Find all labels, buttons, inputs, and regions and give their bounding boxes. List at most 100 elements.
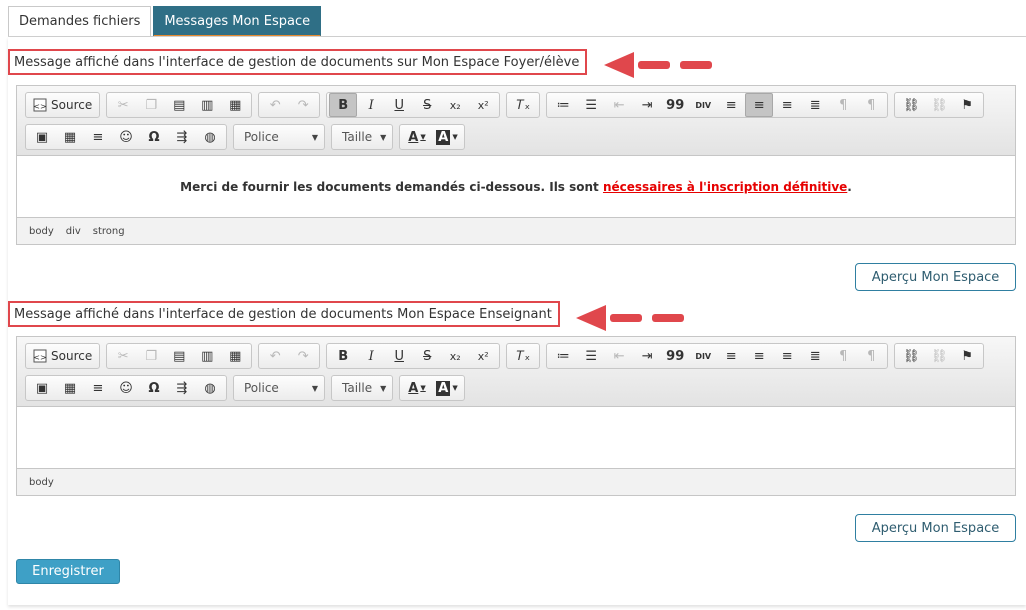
special-char-icon[interactable]: Ω [140, 125, 168, 149]
editor1-content-area[interactable]: Merci de fournir les documents demandés … [17, 156, 1015, 218]
blockquote-icon[interactable]: 99 [661, 344, 689, 368]
italic-button[interactable]: I [357, 93, 385, 117]
special-char-icon[interactable]: Ω [140, 376, 168, 400]
strike-button[interactable]: S [413, 344, 441, 368]
tab-messages-mon-espace[interactable]: Messages Mon Espace [153, 6, 322, 37]
paste-text-icon[interactable]: ▥ [193, 344, 221, 368]
redo-icon[interactable]: ↷ [289, 344, 317, 368]
page-break-icon[interactable]: ⇶ [168, 125, 196, 149]
source-button[interactable]: <> Source [28, 93, 97, 117]
anchor-flag-icon[interactable]: ⚑ [953, 344, 981, 368]
italic-button[interactable]: I [357, 344, 385, 368]
source-button[interactable]: <> Source [28, 344, 97, 368]
font-dropdown[interactable]: Police ▼ [233, 375, 325, 401]
paste-text-icon[interactable]: ▥ [193, 93, 221, 117]
chevron-down-icon: ▼ [380, 383, 387, 393]
paste-word-icon[interactable]: ▦ [221, 93, 249, 117]
preview-button-2[interactable]: Aperçu Mon Espace [855, 514, 1016, 542]
content-link[interactable]: nécessaires à l'inscription définitive [603, 180, 847, 194]
horizontal-rule-icon[interactable]: ≡ [84, 125, 112, 149]
rich-text-editor-1: <> Source ✂ ❐ ▤ ▥ ▦ ↶ ↷ B I U S x₂ x² 𝑇ₓ… [16, 85, 1016, 245]
indent-icon[interactable]: ⇥ [633, 93, 661, 117]
preview-button-1[interactable]: Aperçu Mon Espace [855, 263, 1016, 291]
superscript-button[interactable]: x² [469, 93, 497, 117]
align-center-icon[interactable]: ≡ [745, 344, 773, 368]
tab-demandes-fichiers[interactable]: Demandes fichiers [8, 6, 152, 37]
page-break-icon[interactable]: ⇶ [168, 376, 196, 400]
cut-icon[interactable]: ✂ [109, 344, 137, 368]
numbered-list-icon[interactable]: ≔ [549, 93, 577, 117]
outdent-icon[interactable]: ⇤ [605, 93, 633, 117]
align-left-icon[interactable]: ≡ [717, 344, 745, 368]
image-icon[interactable]: ▣ [28, 376, 56, 400]
annotation-arrow-icon [576, 305, 684, 331]
text-color-button[interactable]: A ▼ [402, 125, 432, 149]
bulleted-list-icon[interactable]: ☰ [577, 93, 605, 117]
indent-icon[interactable]: ⇥ [633, 344, 661, 368]
table-icon[interactable]: ▦ [56, 376, 84, 400]
underline-button[interactable]: U [385, 344, 413, 368]
copy-icon[interactable]: ❐ [137, 344, 165, 368]
horizontal-rule-icon[interactable]: ≡ [84, 376, 112, 400]
smiley-icon[interactable]: ☺ [112, 125, 140, 149]
editor1-label: Message affiché dans l'interface de gest… [8, 49, 588, 75]
font-dropdown[interactable]: Police ▼ [233, 124, 325, 150]
path-div[interactable]: div [66, 226, 81, 237]
rtl-icon[interactable]: ¶ [857, 344, 885, 368]
unlink-icon[interactable]: ⛓ [925, 344, 953, 368]
strike-button[interactable]: S [413, 93, 441, 117]
editor2-toolbar: <> Source ✂ ❐ ▤ ▥ ▦ ↶ ↷ B I U S x₂ x² 𝑇ₓ… [17, 337, 1015, 407]
align-center-icon[interactable]: ≡ [745, 93, 774, 117]
subscript-button[interactable]: x₂ [441, 93, 469, 117]
ltr-icon[interactable]: ¶ [829, 344, 857, 368]
iframe-globe-icon[interactable]: ◍ [196, 376, 224, 400]
superscript-button[interactable]: x² [469, 344, 497, 368]
bold-button[interactable]: B [329, 93, 358, 117]
paste-icon[interactable]: ▤ [165, 344, 193, 368]
unlink-icon[interactable]: ⛓ [925, 93, 953, 117]
chevron-down-icon: ▼ [311, 132, 318, 142]
undo-icon[interactable]: ↶ [261, 93, 289, 117]
blockquote-icon[interactable]: 99 [661, 93, 689, 117]
create-div-icon[interactable]: DIV [689, 344, 717, 368]
create-div-icon[interactable]: DIV [689, 93, 717, 117]
bg-color-button[interactable]: A ▼ [432, 376, 462, 400]
text-color-button[interactable]: A ▼ [402, 376, 432, 400]
remove-format-icon[interactable]: 𝑇ₓ [509, 93, 537, 117]
editor2-content-area[interactable] [17, 407, 1015, 469]
numbered-list-icon[interactable]: ≔ [549, 344, 577, 368]
justify-icon[interactable]: ≣ [801, 344, 829, 368]
bold-button[interactable]: B [329, 344, 357, 368]
save-button[interactable]: Enregistrer [16, 559, 120, 584]
outdent-icon[interactable]: ⇤ [605, 344, 633, 368]
align-left-icon[interactable]: ≡ [717, 93, 745, 117]
path-body[interactable]: body [29, 226, 54, 237]
paste-word-icon[interactable]: ▦ [221, 344, 249, 368]
table-icon[interactable]: ▦ [56, 125, 84, 149]
image-icon[interactable]: ▣ [28, 125, 56, 149]
undo-icon[interactable]: ↶ [261, 344, 289, 368]
justify-icon[interactable]: ≣ [801, 93, 829, 117]
redo-icon[interactable]: ↷ [289, 93, 317, 117]
align-right-icon[interactable]: ≡ [773, 344, 801, 368]
link-icon[interactable]: ⛓ [897, 93, 925, 117]
copy-icon[interactable]: ❐ [137, 93, 165, 117]
cut-icon[interactable]: ✂ [109, 93, 137, 117]
align-right-icon[interactable]: ≡ [773, 93, 801, 117]
size-dropdown[interactable]: Taille ▼ [331, 375, 393, 401]
ltr-icon[interactable]: ¶ [829, 93, 857, 117]
rtl-icon[interactable]: ¶ [857, 93, 885, 117]
bulleted-list-icon[interactable]: ☰ [577, 344, 605, 368]
paste-icon[interactable]: ▤ [165, 93, 193, 117]
size-dropdown[interactable]: Taille ▼ [331, 124, 393, 150]
anchor-flag-icon[interactable]: ⚑ [953, 93, 981, 117]
path-strong[interactable]: strong [93, 226, 125, 237]
underline-button[interactable]: U [385, 93, 413, 117]
link-icon[interactable]: ⛓ [897, 344, 925, 368]
bg-color-button[interactable]: A ▼ [432, 125, 462, 149]
iframe-globe-icon[interactable]: ◍ [196, 125, 224, 149]
smiley-icon[interactable]: ☺ [112, 376, 140, 400]
remove-format-icon[interactable]: 𝑇ₓ [509, 344, 537, 368]
subscript-button[interactable]: x₂ [441, 344, 469, 368]
path-body[interactable]: body [29, 477, 54, 488]
